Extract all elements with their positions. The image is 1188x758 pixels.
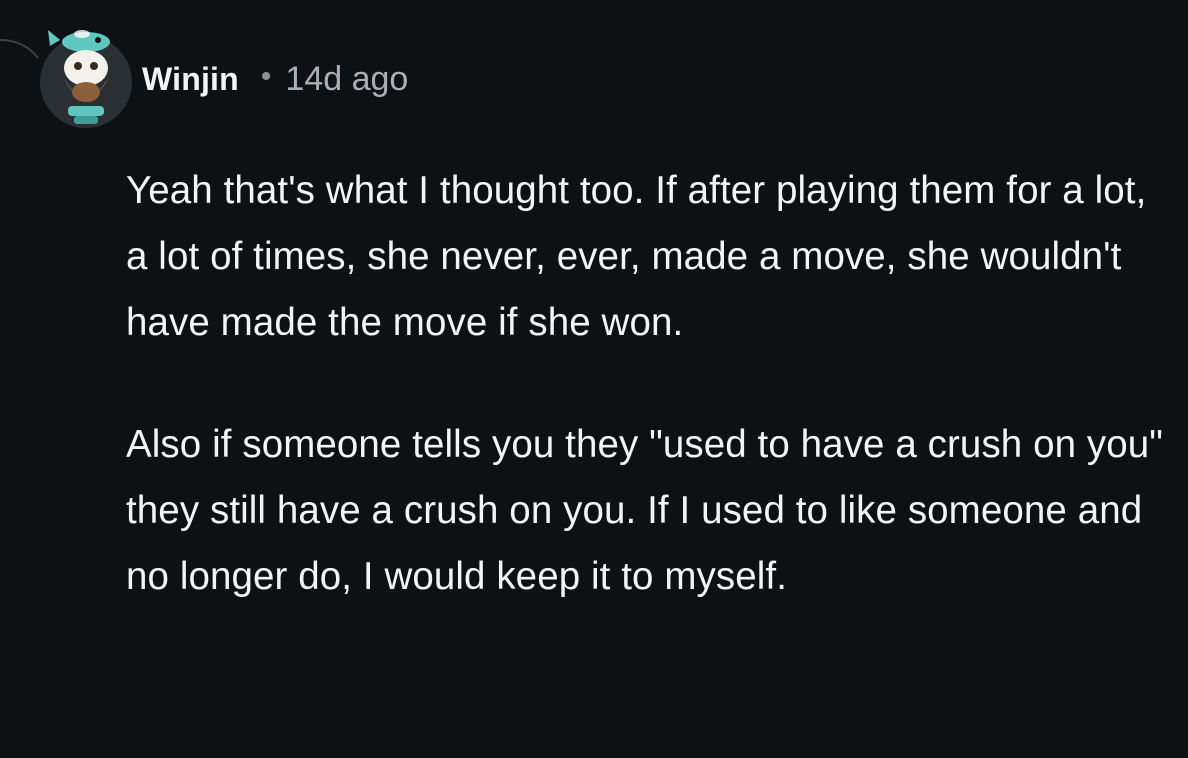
timestamp[interactable]: 14d ago xyxy=(285,60,408,99)
comment: Winjin • 14d ago Yeah that's what I thou… xyxy=(0,0,1188,758)
comment-meta: Winjin • 14d ago xyxy=(142,56,408,102)
comment-body: Yeah that's what I thought too. If after… xyxy=(126,158,1166,610)
snoo-avatar-icon[interactable] xyxy=(34,18,138,128)
comment-paragraph-1: Yeah that's what I thought too. If after… xyxy=(126,169,1147,344)
username-link[interactable]: Winjin xyxy=(142,61,239,98)
comment-paragraph-2: Also if someone tells you they "used to … xyxy=(126,423,1164,598)
meta-separator: • xyxy=(260,60,272,93)
